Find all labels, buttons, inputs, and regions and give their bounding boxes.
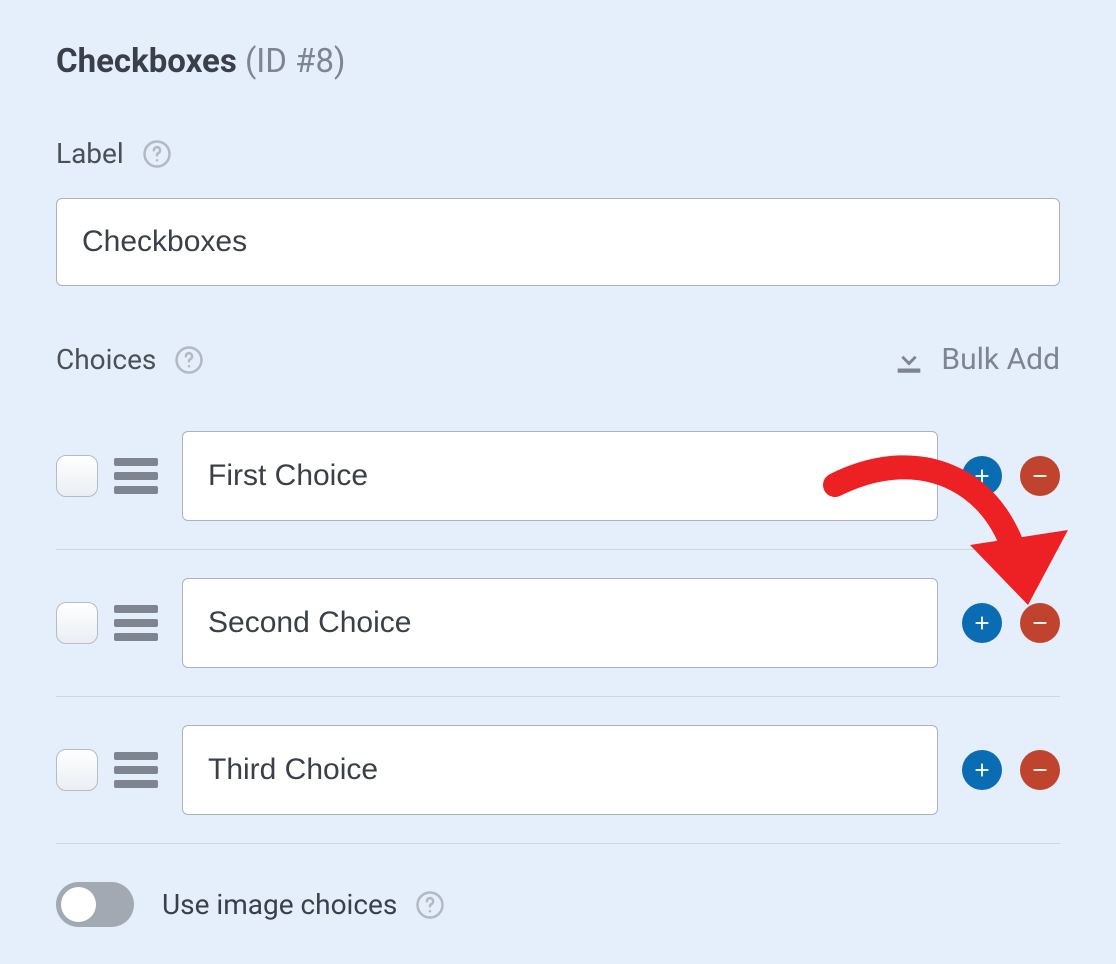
download-icon [892, 343, 926, 377]
choice-input[interactable] [182, 578, 938, 668]
label-field-title: Label [56, 137, 124, 170]
choice-default-checkbox[interactable] [56, 602, 98, 644]
panel-title: Checkboxes (ID #8) [56, 42, 1060, 81]
choice-default-checkbox[interactable] [56, 455, 98, 497]
choice-input[interactable] [182, 431, 938, 521]
help-icon[interactable] [174, 345, 204, 375]
drag-handle-icon[interactable] [114, 454, 158, 498]
drag-handle-icon[interactable] [114, 748, 158, 792]
panel-id-label: (ID #8) [245, 42, 345, 81]
panel-title-text: Checkboxes [56, 42, 237, 81]
image-choices-label: Use image choices [162, 888, 397, 921]
choice-input[interactable] [182, 725, 938, 815]
image-choices-toggle[interactable] [56, 882, 134, 927]
label-field-input[interactable] [56, 198, 1060, 286]
choice-row [56, 697, 1060, 844]
remove-choice-button[interactable] [1020, 603, 1060, 643]
choice-row [56, 550, 1060, 697]
drag-handle-icon[interactable] [114, 601, 158, 645]
add-choice-button[interactable] [962, 750, 1002, 790]
bulk-add-label: Bulk Add [941, 342, 1060, 377]
bulk-add-button[interactable]: Bulk Add [892, 342, 1060, 377]
add-choice-button[interactable] [962, 603, 1002, 643]
remove-choice-button[interactable] [1020, 750, 1060, 790]
add-choice-button[interactable] [962, 456, 1002, 496]
choice-row [56, 403, 1060, 550]
help-icon[interactable] [142, 139, 172, 169]
help-icon[interactable] [415, 890, 445, 920]
choice-default-checkbox[interactable] [56, 749, 98, 791]
remove-choice-button[interactable] [1020, 456, 1060, 496]
choices-section-title: Choices [56, 343, 156, 376]
